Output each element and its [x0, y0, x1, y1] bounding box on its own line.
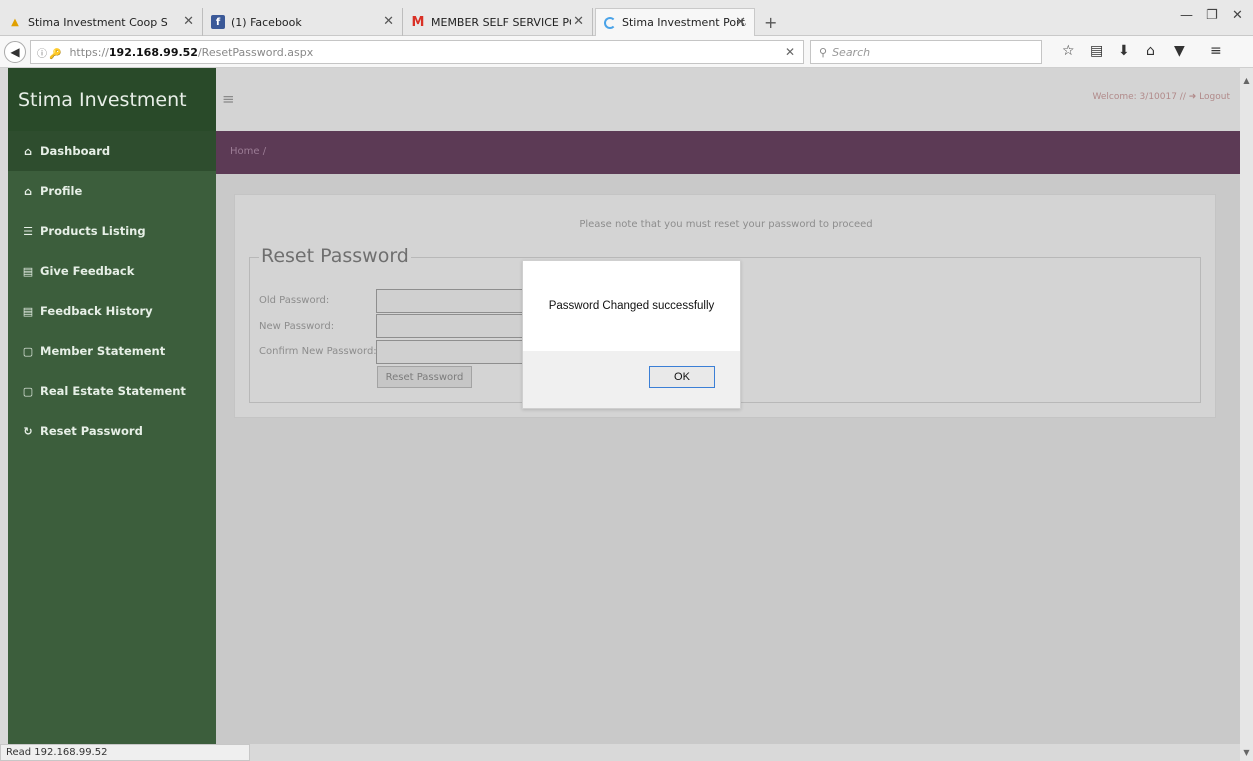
welcome-text: Welcome: 3/10017 // — [1092, 92, 1186, 102]
search-icon: ⚲ — [819, 45, 828, 59]
site-info-icon[interactable]: ⓘ🔑 — [37, 45, 63, 60]
browser-nav-bar: ◀ ⓘ🔑 https:// 192.168.99.52 /ResetPasswo… — [0, 36, 1253, 68]
gmail-favicon-icon: M — [411, 14, 425, 30]
history-icon: ▤ — [22, 304, 34, 318]
search-input[interactable]: ⚲ Search — [810, 40, 1042, 64]
browser-tab-stima-portal[interactable]: Stima Investment Portal ✕ — [595, 8, 755, 36]
arrow-left-icon: ◀ — [10, 45, 20, 59]
status-bar: Read 192.168.99.52 — [0, 744, 250, 761]
sidebar: Stima Investment ⌂ Dashboard ⌂ Profile ☰… — [8, 68, 216, 744]
facebook-favicon-icon: f — [211, 15, 225, 29]
new-password-field[interactable] — [376, 314, 524, 338]
sidebar-item-products-listing[interactable]: ☰ Products Listing — [8, 211, 216, 251]
sidebar-item-dashboard[interactable]: ⌂ Dashboard — [8, 131, 216, 171]
old-password-field[interactable] — [376, 289, 524, 313]
address-bar[interactable]: ⓘ🔑 https:// 192.168.99.52 /ResetPassword… — [30, 40, 804, 64]
tab-close-icon[interactable]: ✕ — [735, 15, 746, 30]
logout-link[interactable]: Logout — [1199, 92, 1230, 102]
close-window-icon[interactable]: ✕ — [1232, 8, 1243, 23]
ok-button[interactable]: OK — [649, 366, 715, 388]
sidebar-toggle-icon[interactable]: ≡ — [222, 90, 235, 108]
profile-icon: ⌂ — [24, 184, 32, 198]
sidebar-item-give-feedback[interactable]: ▤ Give Feedback — [8, 251, 216, 291]
menu-hamburger-icon[interactable]: ≡ — [1210, 43, 1222, 59]
breadcrumb[interactable]: Home / — [230, 146, 266, 157]
scroll-down-icon[interactable]: ▼ — [1240, 748, 1253, 757]
page-scrollbar[interactable]: ▲ ▼ — [1240, 68, 1253, 761]
dialog-message: Password Changed successfully — [548, 300, 715, 312]
alert-dialog: Password Changed successfully OK — [522, 260, 741, 409]
sidebar-item-profile[interactable]: ⌂ Profile — [8, 171, 216, 211]
document-icon: ▢ — [22, 384, 34, 398]
download-icon[interactable]: ⬇ — [1118, 43, 1130, 59]
browser-tab-member-portal[interactable]: M MEMBER SELF SERVICE PORT ✕ — [403, 8, 593, 36]
sidebar-item-member-statement[interactable]: ▢ Member Statement — [8, 331, 216, 371]
refresh-icon: ↻ — [23, 424, 33, 438]
welcome-area: Welcome: 3/10017 // ➜ Logout — [1093, 92, 1231, 102]
logout-icon[interactable]: ➜ — [1189, 92, 1197, 102]
back-button[interactable]: ◀ — [4, 41, 26, 63]
sidebar-item-feedback-history[interactable]: ▤ Feedback History — [8, 291, 216, 331]
dialog-footer: OK — [523, 351, 740, 408]
old-password-label: Old Password: — [259, 295, 330, 306]
sidebar-item-real-estate-statement[interactable]: ▢ Real Estate Statement — [8, 371, 216, 411]
list-icon: ☰ — [23, 224, 33, 238]
reset-password-button[interactable]: Reset Password — [377, 366, 472, 388]
browser-tab-stima-coop[interactable]: ▲ Stima Investment Coop Soci ✕ — [0, 8, 203, 36]
brand-title[interactable]: Stima Investment — [8, 68, 216, 131]
reset-notice: Please note that you must reset your pas… — [579, 219, 873, 230]
home-icon[interactable]: ⌂ — [1146, 43, 1155, 59]
form-title: Reset Password — [259, 245, 411, 267]
top-bar: ≡ Welcome: 3/10017 // ➜ Logout — [216, 68, 1240, 131]
browser-tab-strip: ▲ Stima Investment Coop Soci ✕ f (1) Fac… — [0, 0, 1253, 36]
scroll-up-icon[interactable]: ▲ — [1240, 76, 1253, 85]
sidebar-item-reset-password[interactable]: ↻ Reset Password — [8, 411, 216, 451]
tab-close-icon[interactable]: ✕ — [573, 14, 584, 29]
dashboard-icon: ⌂ — [24, 144, 32, 158]
clear-url-icon[interactable]: ✕ — [785, 45, 795, 59]
stima-favicon-icon: ▲ — [11, 16, 19, 28]
reading-list-icon[interactable]: ▤ — [1090, 43, 1103, 59]
confirm-password-field[interactable] — [376, 340, 524, 364]
new-password-label: New Password: — [259, 321, 335, 332]
tab-close-icon[interactable]: ✕ — [183, 14, 194, 29]
browser-tab-facebook[interactable]: f (1) Facebook ✕ — [203, 8, 403, 36]
new-tab-icon[interactable]: + — [764, 13, 777, 32]
breadcrumb-bar: Home / — [216, 131, 1240, 174]
confirm-password-label: Confirm New Password: — [259, 346, 377, 357]
feedback-icon: ▤ — [22, 264, 34, 278]
bookmark-star-icon[interactable]: ☆ — [1062, 43, 1075, 59]
document-icon: ▢ — [22, 344, 34, 358]
tab-close-icon[interactable]: ✕ — [383, 14, 394, 29]
loading-spinner-icon — [604, 16, 616, 29]
pocket-icon[interactable]: ▼ — [1174, 43, 1185, 59]
restore-window-icon[interactable]: ❐ — [1206, 8, 1218, 23]
minimize-window-icon[interactable]: — — [1180, 8, 1193, 23]
